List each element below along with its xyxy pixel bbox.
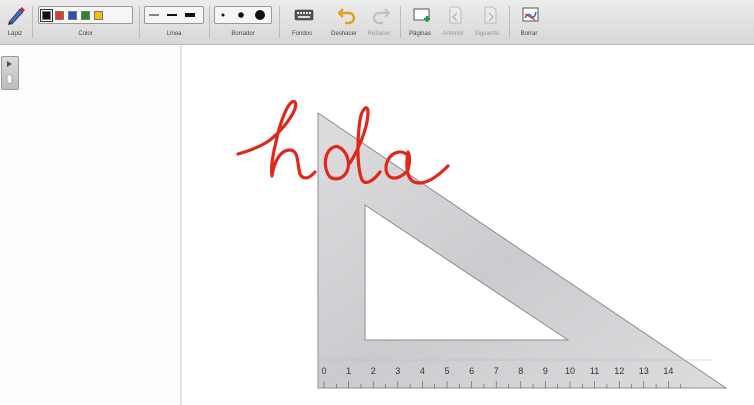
ruler-number: 4 bbox=[420, 366, 425, 376]
erase-all-label: Borrar bbox=[520, 31, 538, 37]
ruler-number: 3 bbox=[395, 366, 400, 376]
pages-label: Páginas bbox=[409, 31, 431, 37]
line-width-options bbox=[144, 6, 204, 24]
undo-label: Deshacer bbox=[331, 31, 357, 37]
pencil-label: Lápiz bbox=[7, 31, 23, 37]
erase-all-button[interactable]: Borrar bbox=[514, 4, 544, 44]
next-page-button[interactable]: Siguiente bbox=[470, 4, 504, 44]
undo-icon bbox=[337, 8, 356, 25]
redo-button[interactable]: Rehacer bbox=[364, 4, 394, 44]
color-swatch-yellow[interactable] bbox=[94, 10, 103, 20]
ruler-number: 10 bbox=[565, 366, 575, 376]
color-palette bbox=[38, 6, 133, 24]
separator bbox=[509, 6, 510, 38]
ruler-number: 14 bbox=[663, 366, 673, 376]
ruler-number: 0 bbox=[321, 366, 326, 376]
separator bbox=[32, 6, 33, 38]
next-page-icon bbox=[484, 6, 497, 24]
toolbar: Lápiz Color Línea Borrador Fondos Deshac… bbox=[0, 0, 754, 45]
backgrounds-button[interactable]: Fondos bbox=[287, 4, 317, 44]
keyboard-icon bbox=[294, 9, 314, 21]
erase-page-icon bbox=[522, 7, 539, 22]
redo-icon bbox=[372, 8, 391, 25]
undo-button[interactable]: Deshacer bbox=[327, 4, 361, 44]
add-page-icon bbox=[413, 8, 430, 22]
eraser-size-options bbox=[214, 6, 272, 24]
color-swatch-red[interactable] bbox=[55, 10, 64, 20]
previous-label: Anterior bbox=[442, 31, 464, 37]
ruler-number: 13 bbox=[639, 366, 649, 376]
ruler-number: 8 bbox=[518, 366, 523, 376]
separator bbox=[139, 6, 140, 38]
drawing-canvas[interactable]: 0 1 2 3 4 5 6 7 8 9 10 11 12 13 14 bbox=[183, 45, 754, 405]
ruler-number: 1 bbox=[346, 366, 351, 376]
redo-label: Rehacer bbox=[367, 31, 391, 37]
set-square-triangle[interactable]: 0 1 2 3 4 5 6 7 8 9 10 11 12 13 14 bbox=[317, 112, 728, 389]
previous-page-icon bbox=[449, 6, 462, 24]
small-eraser-icon[interactable] bbox=[218, 10, 228, 20]
panel-toggle-handle[interactable] bbox=[1, 56, 19, 90]
ruler-number: 5 bbox=[444, 366, 449, 376]
large-eraser-icon[interactable] bbox=[254, 9, 266, 21]
ruler-number: 12 bbox=[614, 366, 624, 376]
next-label: Siguiente bbox=[474, 31, 500, 37]
ruler-number: 9 bbox=[543, 366, 548, 376]
play-arrow-icon bbox=[7, 61, 12, 67]
grip-icon bbox=[6, 74, 13, 84]
thick-line-icon[interactable] bbox=[184, 10, 196, 20]
ruler-number: 11 bbox=[590, 366, 599, 376]
ruler-number: 7 bbox=[494, 366, 499, 376]
medium-line-icon[interactable] bbox=[166, 10, 178, 20]
color-swatch-blue[interactable] bbox=[68, 10, 77, 20]
color-label: Color bbox=[78, 31, 93, 37]
ruler-number: 2 bbox=[371, 366, 376, 376]
separator bbox=[400, 6, 401, 38]
ruler-number: 6 bbox=[469, 366, 474, 376]
eraser-label: Borrador bbox=[231, 31, 255, 37]
page-thumbnail-panel bbox=[0, 45, 182, 405]
color-swatch-black[interactable] bbox=[40, 8, 53, 22]
color-swatch-green[interactable] bbox=[81, 10, 90, 20]
backgrounds-label: Fondos bbox=[291, 31, 312, 37]
pencil-tool[interactable]: Lápiz bbox=[2, 4, 28, 44]
line-label: Línea bbox=[166, 31, 182, 37]
thin-line-icon[interactable] bbox=[148, 10, 160, 20]
separator bbox=[279, 6, 280, 38]
pencil-icon bbox=[8, 7, 25, 25]
medium-eraser-icon[interactable] bbox=[236, 10, 246, 20]
previous-page-button[interactable]: Anterior bbox=[438, 4, 468, 44]
pages-button[interactable]: Páginas bbox=[405, 4, 435, 44]
separator bbox=[209, 6, 210, 38]
